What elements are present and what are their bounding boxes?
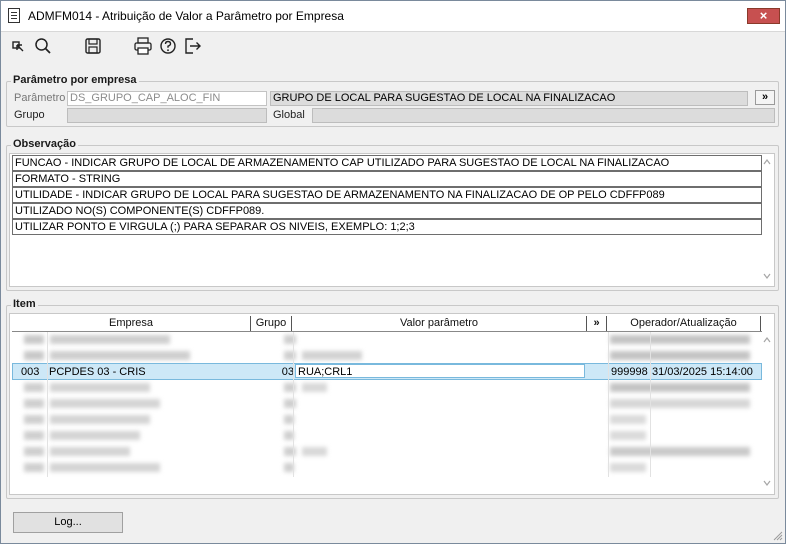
save-icon[interactable] [82,35,104,57]
row-empresa: PCPDES 03 - CRIS [49,366,146,378]
item-legend: Item [11,298,38,310]
column-header-grupo[interactable]: Grupo [251,316,292,331]
chevron-down-icon[interactable] [763,479,771,487]
column-header-empresa[interactable]: Empresa [12,316,251,331]
toolbar [1,32,785,60]
resize-grip-icon[interactable] [773,531,783,541]
row-atualizacao: 31/03/2025 15:14:00 [652,366,753,378]
chevron-up-icon[interactable] [763,336,771,344]
window-title: ADMFM014 - Atribuição de Valor a Parâmet… [28,9,344,23]
column-header-expand-button[interactable]: » [587,316,607,331]
expand-descricao-button[interactable]: » [755,90,775,105]
log-button[interactable]: Log... [13,512,123,533]
title-bar: ADMFM014 - Atribuição de Valor a Parâmet… [1,1,785,32]
column-separator [47,332,48,477]
print-icon[interactable] [132,35,154,57]
global-field [312,108,775,123]
column-separator [293,332,294,477]
column-header-operador[interactable]: Operador/Atualização [607,316,761,331]
column-separator [650,332,651,477]
row-operador: 999998 [611,366,648,378]
cursor-icon[interactable] [7,35,29,57]
observacao-line: UTILIZADO NO(S) COMPONENTE(S) CDFFP089. [12,203,762,219]
chevron-up-icon[interactable] [763,158,771,166]
parametro-empresa-legend: Parâmetro por empresa [11,74,139,86]
observacao-line: UTILIZAR PONTO E VIRGULA (;) PARA SEPARA… [12,219,762,235]
parametro-descricao-field: GRUPO DE LOCAL PARA SUGESTAO DE LOCAL NA… [270,91,748,106]
document-icon [8,8,20,23]
help-icon[interactable] [157,35,179,57]
observacao-scrollbar[interactable] [761,154,775,286]
exit-icon[interactable] [182,35,204,57]
parametro-label: Parâmetro [14,92,66,104]
search-icon[interactable] [32,35,54,57]
parametro-field[interactable]: DS_GRUPO_CAP_ALOC_FIN [67,91,267,106]
grupo-field [67,108,267,123]
observacao-line: FUNCAO - INDICAR GRUPO DE LOCAL DE ARMAZ… [12,155,762,171]
observacao-textbox[interactable]: FUNCAO - INDICAR GRUPO DE LOCAL DE ARMAZ… [9,153,775,287]
valor-parametro-input[interactable]: RUA;CRL1 [295,364,585,378]
column-header-valor[interactable]: Valor parâmetro [292,316,587,331]
row-grupo: 03 [281,366,294,378]
observacao-legend: Observação [11,138,78,150]
column-separator [608,332,609,477]
observacao-line: FORMATO - STRING [12,171,762,187]
chevron-down-icon[interactable] [763,272,771,280]
grupo-label: Grupo [14,109,45,121]
observacao-line: UTILIDADE - INDICAR GRUPO DE LOCAL PARA … [12,187,762,203]
item-grid-scrollbar[interactable] [761,332,774,492]
close-button[interactable]: × [747,8,780,24]
global-label: Global [273,109,305,121]
application-window: ADMFM014 - Atribuição de Valor a Parâmet… [0,0,786,544]
item-grid: Empresa Grupo Valor parâmetro » Operador… [9,313,775,495]
